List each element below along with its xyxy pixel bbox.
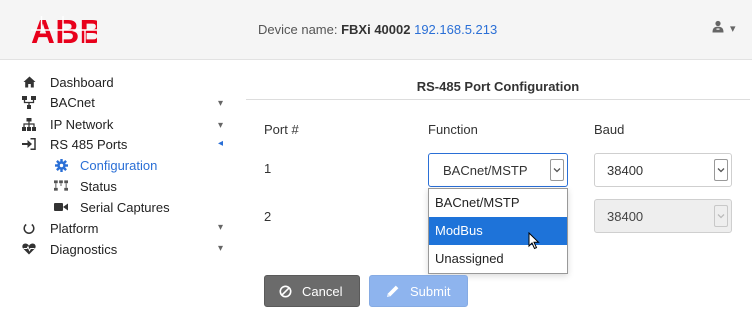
- mouse-pointer-icon: [528, 231, 540, 253]
- sidebar-item-ip-network[interactable]: IP Network ▾: [22, 114, 223, 134]
- chevron-down-icon[interactable]: [550, 159, 564, 181]
- dropdown-option-bacnet-mstp[interactable]: BACnet/MSTP: [429, 189, 567, 217]
- section-header: RS-485 Port Configuration: [246, 76, 750, 100]
- cancel-button[interactable]: Cancel: [264, 275, 360, 307]
- sidebar-item-label: Status: [80, 178, 117, 194]
- submit-button-label: Submit: [410, 283, 451, 299]
- sidebar-item-status[interactable]: Status: [22, 176, 117, 196]
- function-select-port-1[interactable]: BACnet/MSTP: [428, 153, 568, 187]
- chevron-down-icon: ▾: [218, 243, 224, 254]
- sitemap-icon: [22, 117, 36, 131]
- column-header-port: Port #: [264, 122, 299, 137]
- sidebar-item-configuration[interactable]: Configuration: [22, 155, 157, 175]
- power-icon: [22, 221, 36, 235]
- chevron-down-icon: ▾: [218, 98, 224, 109]
- column-header-function: Function: [428, 122, 478, 137]
- chevron-left-icon: ◂: [218, 138, 224, 149]
- ban-icon: [279, 285, 292, 298]
- dropdown-option-modbus[interactable]: ModBus: [429, 217, 567, 245]
- port-number: 2: [264, 209, 272, 224]
- chevron-down-icon[interactable]: [714, 159, 728, 181]
- page-title: RS-485 Port Configuration: [416, 79, 580, 94]
- abb-logo: ABB: [31, 13, 104, 50]
- device-name: FBXi 40002: [341, 22, 411, 37]
- user-menu[interactable]: ▾: [712, 20, 736, 36]
- sidebar-item-rs485-ports[interactable]: RS 485 Ports ◂: [22, 134, 223, 154]
- sidebar-item-label: IP Network: [50, 116, 114, 132]
- chevron-down-icon: ▾: [218, 120, 224, 131]
- sign-in-icon: [22, 137, 36, 151]
- heartbeat-icon: [22, 242, 36, 256]
- device-label: Device name:: [258, 22, 342, 37]
- sidebar-item-bacnet[interactable]: BACnet ▾: [22, 92, 223, 112]
- gear-icon: [54, 158, 68, 172]
- sidebar-item-label: Diagnostics: [50, 241, 118, 257]
- sidebar-item-label: BACnet: [50, 94, 95, 110]
- device-info: Device name: FBXi 40002 192.168.5.213: [258, 22, 497, 37]
- sidebar-item-label: Configuration: [80, 157, 158, 173]
- status-network-icon: [54, 179, 68, 193]
- baud-select-port-1[interactable]: 38400: [594, 153, 732, 187]
- sidebar-item-platform[interactable]: Platform ▾: [22, 218, 223, 238]
- device-ip: 192.168.5.213: [414, 22, 498, 37]
- user-icon: [712, 20, 724, 36]
- select-value: 38400: [607, 208, 644, 224]
- top-header: ABB Device name: FBXi 40002 192.168.5.21…: [0, 0, 752, 60]
- sidebar-item-label: Serial Captures: [80, 199, 170, 215]
- dropdown-option-unassigned[interactable]: Unassigned: [429, 245, 567, 273]
- sidebar-item-dashboard[interactable]: Dashboard: [22, 72, 114, 92]
- baud-select-port-2: 38400: [594, 199, 732, 233]
- port-number: 1: [264, 161, 272, 176]
- select-value: 38400: [607, 162, 644, 178]
- column-header-baud: Baud: [594, 122, 625, 137]
- home-icon: [22, 75, 36, 89]
- cancel-button-label: Cancel: [302, 283, 343, 299]
- sidebar-item-label: Dashboard: [50, 74, 114, 90]
- function-dropdown-list: BACnet/MSTP ModBus Unassigned: [428, 188, 568, 274]
- sidebar-item-label: Platform: [50, 220, 99, 236]
- chevron-down-icon: ▾: [730, 22, 736, 35]
- pencil-icon: [386, 284, 400, 298]
- sidebar-item-serial-captures[interactable]: Serial Captures: [22, 197, 170, 217]
- network-tree-icon: [22, 95, 36, 109]
- chevron-down-icon: ▾: [218, 222, 224, 233]
- select-value: BACnet/MSTP: [443, 162, 528, 178]
- chevron-down-icon: [714, 205, 728, 227]
- sidebar-item-label: RS 485 Ports: [50, 136, 128, 152]
- video-camera-icon: [54, 200, 68, 214]
- submit-button[interactable]: Submit: [369, 275, 468, 307]
- sidebar-item-diagnostics[interactable]: Diagnostics ▾: [22, 239, 223, 259]
